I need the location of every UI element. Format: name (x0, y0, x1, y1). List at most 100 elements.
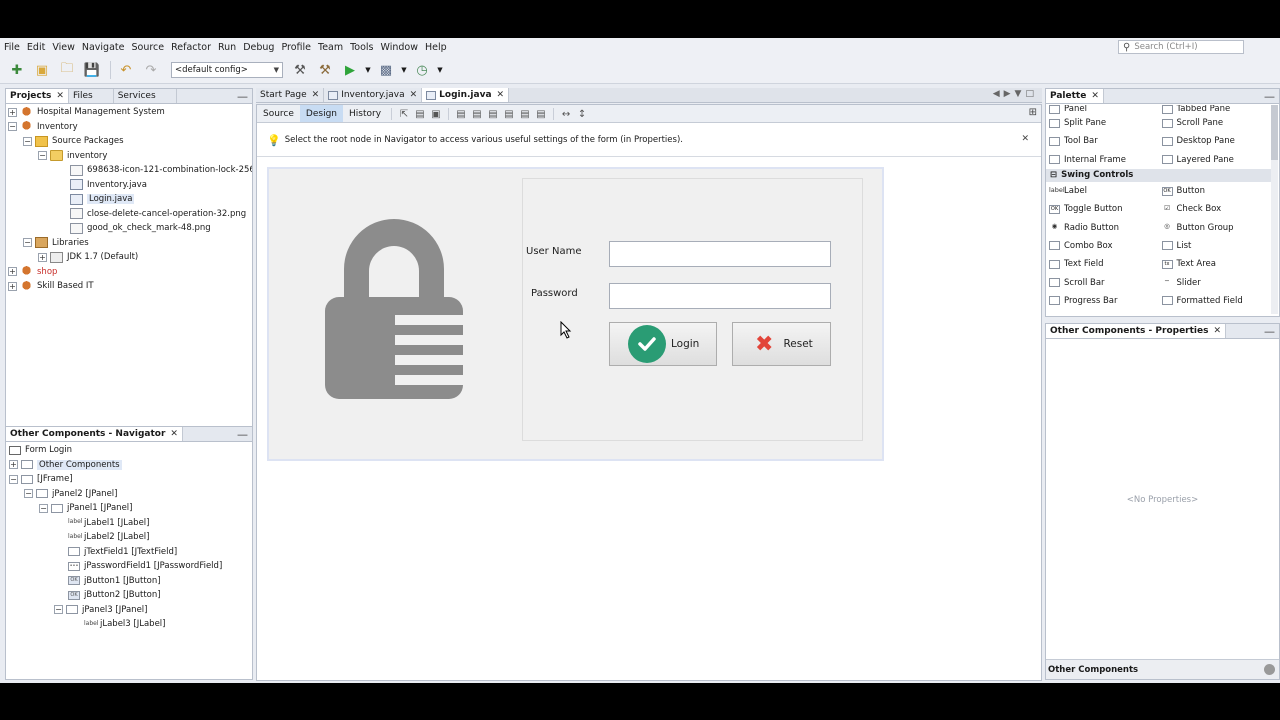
redo-icon[interactable]: ↷ (140, 59, 162, 81)
run-dropdown-icon[interactable]: ▼ (364, 59, 372, 81)
palette-item-radio-button[interactable]: ◉ Radio Button (1046, 223, 1159, 233)
nav-node[interactable]: − [JFrame] (6, 472, 252, 487)
menu-tools[interactable]: Tools (346, 42, 376, 53)
close-icon[interactable]: ✕ (56, 91, 64, 101)
nav-node[interactable]: OK jButton1 [JButton] (6, 574, 252, 589)
minimize-icon[interactable]: — (237, 90, 248, 103)
align-right-icon[interactable]: ▤ (470, 107, 484, 121)
nav-node[interactable]: label jLabel2 [JLabel] (6, 530, 252, 545)
palette-item-layered-pane[interactable]: Layered Pane (1159, 155, 1272, 165)
tab-palette[interactable]: Palette ✕ (1046, 89, 1104, 103)
palette-item-check-box[interactable]: ☑ Check Box (1159, 204, 1272, 214)
palette-item-list[interactable]: List (1159, 241, 1272, 251)
align-top-icon[interactable]: ▤ (502, 107, 516, 121)
palette-item-progress-bar[interactable]: Progress Bar (1046, 296, 1159, 306)
palette-item-desktop-pane[interactable]: Desktop Pane (1159, 136, 1272, 146)
close-icon[interactable]: ✕ (1213, 326, 1221, 336)
login-button[interactable]: Login (609, 322, 717, 366)
tab-navigator[interactable]: Other Components - Navigator ✕ (6, 427, 183, 441)
close-icon[interactable]: ✕ (497, 90, 505, 100)
profile-icon[interactable]: ◷ (411, 59, 433, 81)
expand-icon[interactable]: + (8, 267, 17, 277)
expand-icon[interactable]: + (38, 252, 47, 262)
palette-item-toggle-button[interactable]: OK Toggle Button (1046, 204, 1159, 214)
menu-refactor[interactable]: Refactor (167, 42, 214, 53)
collapse-icon[interactable]: − (39, 503, 48, 513)
selection-mode-icon[interactable]: ⇱ (397, 107, 411, 121)
menu-profile[interactable]: Profile (277, 42, 314, 53)
menu-source[interactable]: Source (127, 42, 167, 53)
palette-section-swing-controls[interactable]: ⊟ Swing Controls (1046, 168, 1271, 182)
tab-start-page[interactable]: Start Page ✕ (256, 88, 325, 102)
palette-item-tabbed-pane[interactable]: Tabbed Pane (1159, 105, 1272, 114)
mode-source[interactable]: Source (257, 105, 300, 122)
collapse-icon[interactable]: − (23, 238, 32, 248)
config-select[interactable]: <default config> ▼ (171, 62, 283, 78)
palette-item-slider[interactable]: ─ Slider (1159, 278, 1272, 288)
expand-icon[interactable]: + (9, 460, 18, 470)
nav-node[interactable]: + Other Components (6, 458, 252, 473)
tree-node[interactable]: + Hospital Management System (6, 105, 252, 120)
collapse-icon[interactable]: − (8, 122, 17, 132)
tab-services[interactable]: Services (114, 89, 177, 103)
menu-team[interactable]: Team (314, 42, 346, 53)
collapse-icon[interactable]: ⊟ (1050, 170, 1057, 180)
menu-file[interactable]: File (0, 42, 23, 53)
menu-edit[interactable]: Edit (23, 42, 48, 53)
tab-projects[interactable]: Projects ✕ (6, 89, 69, 103)
vertical-scrollbar[interactable] (1271, 105, 1278, 314)
palette-item-label[interactable]: label Label (1046, 186, 1159, 196)
palette-item-text-area[interactable]: tx Text Area (1159, 259, 1272, 269)
profile-dropdown-icon[interactable]: ▼ (436, 59, 444, 81)
menu-navigate[interactable]: Navigate (78, 42, 128, 53)
nav-node[interactable]: label jLabel3 [JLabel] (6, 617, 252, 632)
tab-navigation-icons[interactable]: ◀▶▼□ (993, 89, 1038, 99)
close-icon[interactable]: ✕ (1021, 134, 1029, 144)
tree-node[interactable]: Inventory.java (6, 178, 252, 193)
collapse-icon[interactable]: − (23, 136, 32, 146)
menu-debug[interactable]: Debug (239, 42, 277, 53)
open-project-icon[interactable]: 🗀 (56, 59, 78, 81)
preview-design-icon[interactable]: ▣ (429, 107, 443, 121)
nav-node[interactable]: OK jButton2 [JButton] (6, 588, 252, 603)
collapse-icon[interactable]: − (54, 605, 63, 615)
nav-node[interactable]: label jLabel1 [JLabel] (6, 516, 252, 531)
nav-node[interactable]: − jPanel2 [JPanel] (6, 487, 252, 502)
palette-item-tool-bar[interactable]: Tool Bar (1046, 136, 1159, 146)
tab-inventory-java[interactable]: Inventory.java ✕ (324, 88, 423, 102)
close-icon[interactable]: ✕ (312, 90, 320, 100)
collapse-icon[interactable]: − (38, 151, 47, 161)
connection-mode-icon[interactable]: ▤ (413, 107, 427, 121)
close-icon[interactable]: ✕ (170, 429, 178, 439)
debug-icon[interactable]: ▩ (375, 59, 397, 81)
align-bottom-icon[interactable]: ▤ (518, 107, 532, 121)
tree-node[interactable]: Login.java (6, 192, 252, 207)
scrollbar-thumb[interactable] (1271, 105, 1278, 160)
tree-node[interactable]: − Libraries (6, 236, 252, 251)
tab-properties[interactable]: Other Components - Properties ✕ (1046, 324, 1227, 338)
palette-item-scroll-pane[interactable]: Scroll Pane (1159, 118, 1272, 128)
palette-item-internal-frame[interactable]: Internal Frame (1046, 155, 1159, 165)
tree-node[interactable]: 698638-icon-121-combination-lock-256.png (6, 163, 252, 178)
save-all-icon[interactable]: 💾 (81, 59, 103, 81)
debug-dropdown-icon[interactable]: ▼ (400, 59, 408, 81)
palette-item-text-field[interactable]: Text Field (1046, 259, 1159, 269)
minimize-icon[interactable]: — (1264, 90, 1275, 103)
center-vertically-icon[interactable]: ▤ (534, 107, 548, 121)
tree-node[interactable]: − inventory (6, 149, 252, 164)
nav-node[interactable]: ••• jPasswordField1 [JPasswordField] (6, 559, 252, 574)
align-left-icon[interactable]: ▤ (454, 107, 468, 121)
nav-node[interactable]: − jPanel1 [JPanel] (6, 501, 252, 516)
new-project-icon[interactable]: ▣ (31, 59, 53, 81)
build-hammer-icon[interactable]: ⚒ (289, 59, 311, 81)
collapse-icon[interactable]: − (9, 474, 18, 484)
password-field[interactable] (609, 283, 831, 309)
username-field[interactable] (609, 241, 831, 267)
undo-icon[interactable]: ↶ (115, 59, 137, 81)
clean-build-icon[interactable]: ⚒ (314, 59, 336, 81)
collapse-icon[interactable]: − (24, 489, 33, 499)
palette-item-formatted-field[interactable]: Formatted Field (1159, 296, 1272, 306)
palette-item-combo-box[interactable]: Combo Box (1046, 241, 1159, 251)
jpanel1[interactable] (522, 178, 863, 441)
tree-node[interactable]: + JDK 1.7 (Default) (6, 250, 252, 265)
